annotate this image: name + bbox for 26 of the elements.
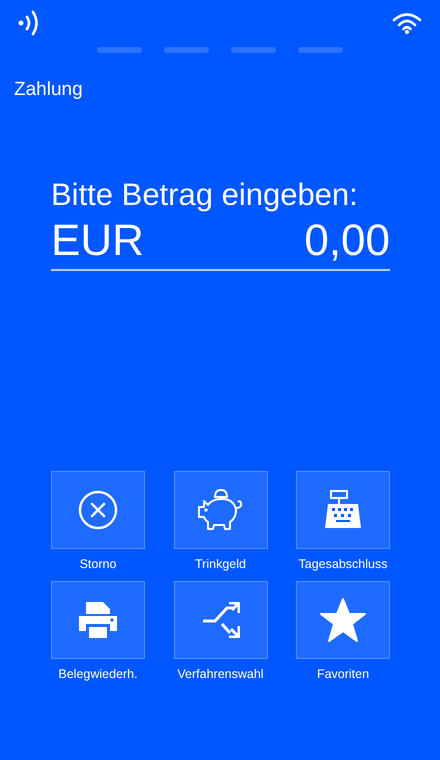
page-indicator [164, 47, 209, 53]
action-tile[interactable] [174, 581, 268, 660]
action-label: Storno [80, 557, 116, 572]
action-tile[interactable] [51, 471, 145, 550]
contactless-icon [18, 10, 40, 36]
cancel-icon [78, 490, 118, 530]
amount-field[interactable]: EUR 0,00 [51, 217, 390, 272]
wifi-icon [392, 12, 422, 34]
action-label: Belegwiederh. [58, 667, 138, 682]
star-icon [320, 598, 366, 642]
action-label: Tagesabschluss [298, 557, 388, 572]
action-tile[interactable] [296, 471, 390, 550]
action-label: Favoriten [316, 667, 370, 682]
page-indicator [298, 47, 343, 53]
page-indicator [231, 47, 276, 53]
screen-title: Zahlung [14, 79, 84, 101]
printer-icon [79, 602, 117, 638]
action-tile[interactable] [296, 581, 390, 660]
shuffle-icon [202, 602, 240, 638]
cash-register-icon [323, 490, 363, 530]
action-tile[interactable] [51, 581, 145, 660]
action-tile[interactable] [174, 471, 268, 550]
page-indicator [97, 47, 142, 53]
action-label: Verfahrenswahl [177, 667, 264, 682]
amount-prompt: Bitte Betrag eingeben: [51, 177, 359, 213]
action-label: Trinkgeld [195, 557, 246, 572]
